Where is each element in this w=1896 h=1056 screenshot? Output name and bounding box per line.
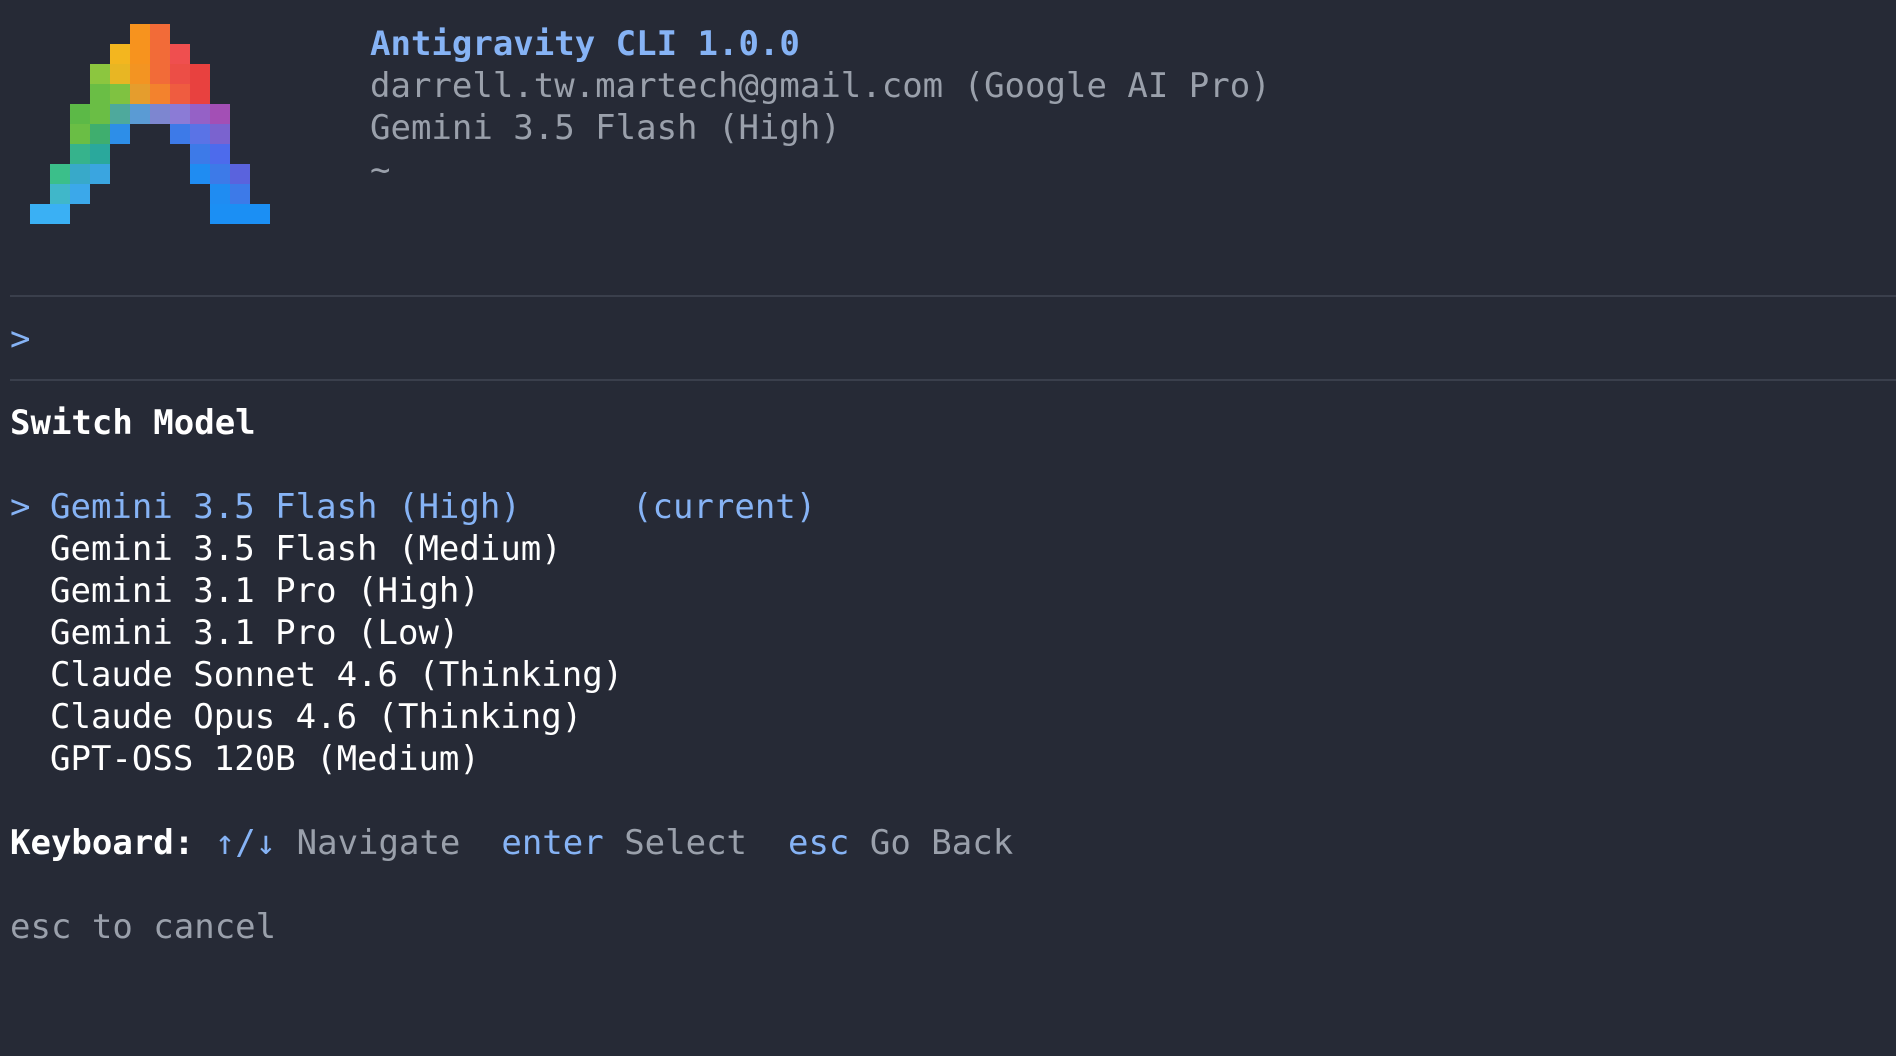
model-option[interactable]: Claude Sonnet 4.6 (Thinking) bbox=[0, 654, 900, 696]
current-model-info: Gemini 3.5 Flash (High) bbox=[370, 108, 841, 148]
logo-pixel bbox=[130, 44, 150, 64]
logo-pixel bbox=[230, 164, 250, 184]
esc-key: esc bbox=[787, 823, 850, 863]
logo-pixel bbox=[190, 124, 210, 144]
model-option-label: GPT-OSS 120B (Medium) bbox=[50, 739, 480, 779]
model-option[interactable]: Claude Opus 4.6 (Thinking) bbox=[0, 696, 900, 738]
logo-pixel bbox=[210, 204, 230, 224]
logo-pixel bbox=[150, 44, 170, 64]
logo-pixel bbox=[130, 104, 150, 124]
logo-pixel bbox=[70, 104, 90, 124]
logo-pixel bbox=[150, 24, 170, 44]
logo-pixel bbox=[250, 204, 270, 224]
logo-pixel bbox=[190, 64, 210, 84]
logo-pixel bbox=[90, 104, 110, 124]
prompt-symbol: > bbox=[10, 319, 31, 359]
logo-pixel bbox=[70, 184, 90, 204]
logo-pixel bbox=[70, 164, 90, 184]
nav-keys: ↑/↓ bbox=[214, 823, 277, 863]
antigravity-logo bbox=[30, 24, 290, 234]
logo-pixel bbox=[170, 124, 190, 144]
logo-pixel bbox=[50, 184, 70, 204]
enter-key: enter bbox=[501, 823, 604, 863]
logo-pixel bbox=[230, 184, 250, 204]
nav-action: Navigate bbox=[296, 823, 461, 863]
logo-pixel bbox=[30, 204, 50, 224]
model-option-label: Gemini 3.5 Flash (High) bbox=[50, 487, 521, 527]
select-action: Select bbox=[624, 823, 748, 863]
logo-pixel bbox=[110, 44, 130, 64]
logo-pixel bbox=[150, 104, 170, 124]
logo-pixel bbox=[210, 144, 230, 164]
logo-pixel bbox=[170, 84, 190, 104]
model-option[interactable]: GPT-OSS 120B (Medium) bbox=[0, 738, 900, 780]
logo-pixel bbox=[170, 44, 190, 64]
model-option[interactable]: > Gemini 3.5 Flash (High) (current) bbox=[0, 486, 900, 528]
model-option-label: Gemini 3.1 Pro (High) bbox=[50, 571, 480, 611]
logo-pixel bbox=[210, 184, 230, 204]
model-option[interactable]: Gemini 3.5 Flash (Medium) bbox=[0, 528, 900, 570]
logo-pixel bbox=[170, 104, 190, 124]
logo-pixel bbox=[110, 64, 130, 84]
logo-pixel bbox=[210, 164, 230, 184]
logo-pixel bbox=[190, 104, 210, 124]
model-option-label: Claude Sonnet 4.6 (Thinking) bbox=[50, 655, 624, 695]
logo-pixel bbox=[150, 64, 170, 84]
current-tag: (current) bbox=[632, 487, 817, 527]
model-option[interactable]: Gemini 3.1 Pro (High) bbox=[0, 570, 900, 612]
prompt-input[interactable] bbox=[50, 318, 1850, 360]
menu-title: Switch Model bbox=[10, 403, 256, 443]
logo-pixel bbox=[190, 144, 210, 164]
logo-pixel bbox=[150, 84, 170, 104]
logo-pixel bbox=[110, 84, 130, 104]
model-option-label: Claude Opus 4.6 (Thinking) bbox=[50, 697, 583, 737]
logo-pixel bbox=[50, 164, 70, 184]
logo-pixel bbox=[230, 204, 250, 224]
divider-bottom bbox=[10, 379, 1896, 381]
logo-pixel bbox=[210, 124, 230, 144]
account-info: darrell.tw.martech@gmail.com (Google AI … bbox=[370, 66, 1271, 106]
back-action: Go Back bbox=[869, 823, 1014, 863]
model-option[interactable]: Gemini 3.1 Pro (Low) bbox=[0, 612, 900, 654]
app-title: Antigravity CLI 1.0.0 bbox=[370, 24, 800, 64]
divider-top bbox=[10, 295, 1896, 297]
logo-pixel bbox=[90, 124, 110, 144]
logo-pixel bbox=[170, 64, 190, 84]
keyboard-label: Keyboard: bbox=[10, 823, 195, 863]
logo-pixel bbox=[70, 124, 90, 144]
logo-pixel bbox=[190, 164, 210, 184]
logo-pixel bbox=[110, 104, 130, 124]
logo-pixel bbox=[90, 144, 110, 164]
logo-pixel bbox=[190, 84, 210, 104]
logo-pixel bbox=[70, 144, 90, 164]
logo-pixel bbox=[210, 104, 230, 124]
model-option-label: Gemini 3.5 Flash (Medium) bbox=[50, 529, 562, 569]
cancel-hint: esc to cancel bbox=[10, 907, 277, 947]
selection-marker: > bbox=[10, 487, 31, 527]
logo-pixel bbox=[50, 204, 70, 224]
logo-pixel bbox=[90, 64, 110, 84]
logo-pixel bbox=[130, 84, 150, 104]
model-option-label: Gemini 3.1 Pro (Low) bbox=[50, 613, 460, 653]
logo-pixel bbox=[110, 124, 130, 144]
logo-pixel bbox=[90, 164, 110, 184]
working-directory: ~ bbox=[370, 150, 391, 190]
logo-pixel bbox=[130, 64, 150, 84]
keyboard-hints: Keyboard: ↑/↓ Navigate enter Select esc … bbox=[10, 822, 1013, 864]
logo-pixel bbox=[90, 84, 110, 104]
logo-pixel bbox=[130, 24, 150, 44]
